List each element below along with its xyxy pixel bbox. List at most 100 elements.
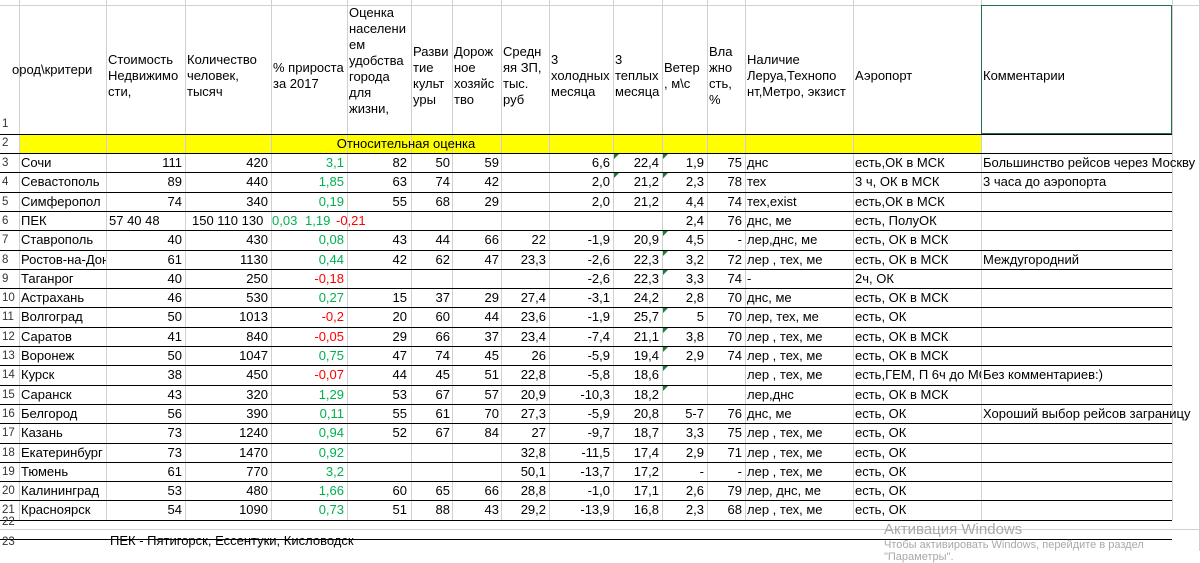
cell-o[interactable] (981, 290, 1200, 306)
cell-i[interactable]: 2,0 (549, 194, 613, 210)
cell-d[interactable]: -0,07 (271, 367, 347, 383)
cell-g[interactable]: 45 (452, 348, 501, 364)
cell-k[interactable]: 4,4 (662, 194, 707, 210)
cell-a[interactable]: Ростов-на-Дон (19, 252, 106, 268)
cell-f[interactable]: 44 (411, 232, 452, 248)
cell-b[interactable]: 61 (106, 464, 185, 480)
column-letter-g[interactable]: G (455, 0, 495, 3)
cell-f[interactable]: 66 (411, 329, 452, 345)
cell-a[interactable]: Белгород (19, 406, 106, 422)
row-header-3[interactable]: 3 (0, 157, 19, 169)
cell-k[interactable]: 2,9 (662, 445, 707, 461)
cell-h[interactable]: 23,3 (501, 252, 549, 268)
cell-a[interactable]: Саранск (19, 387, 106, 403)
column-letter-e[interactable]: E (357, 0, 397, 3)
cell-i[interactable]: -11,5 (549, 445, 613, 461)
cell-a[interactable]: Таганрог (19, 271, 106, 287)
cell-b[interactable]: 41 (106, 329, 185, 345)
cell-d[interactable]: 0,11 (271, 406, 347, 422)
cell-d[interactable]: 0,75 (271, 348, 347, 364)
cell-f[interactable] (411, 271, 452, 287)
cell-a[interactable]: Волгоград (19, 309, 106, 325)
cell-k[interactable]: 3,2 (662, 252, 707, 268)
cell-g[interactable]: 57 (452, 387, 501, 403)
cell-m[interactable]: лер,днс, ме (745, 232, 853, 248)
cell-h[interactable] (501, 271, 549, 287)
cell-m[interactable]: лер , тех, ме (745, 464, 853, 480)
cell-d[interactable]: 0,27 (271, 290, 347, 306)
cell-h[interactable] (501, 194, 549, 210)
row-header-8[interactable]: 8 (0, 254, 19, 266)
cell-k[interactable]: 2,4 (662, 213, 707, 229)
cell-b[interactable]: 40 (106, 232, 185, 248)
header-b[interactable]: Стоимость Недвижимо сти, (106, 52, 185, 100)
cell-e[interactable]: 52 (347, 425, 411, 441)
cell-o[interactable] (981, 502, 1200, 518)
cell-b[interactable]: 53 (106, 483, 185, 499)
cell-c[interactable]: 430 (185, 232, 271, 248)
cell-l[interactable]: 74 (707, 348, 745, 364)
cell-l[interactable]: 74 (707, 194, 745, 210)
row-header-19[interactable]: 19 (0, 466, 19, 478)
column-letter-j[interactable]: J (616, 0, 656, 3)
cell-j[interactable]: 17,1 (613, 483, 662, 499)
cell-a[interactable]: Ставрополь (19, 232, 106, 248)
column-letter-b[interactable]: B (123, 0, 163, 3)
cell-c[interactable]: 440 (185, 174, 271, 190)
cell-d[interactable]: 1,66 (271, 483, 347, 499)
cell-k[interactable]: 2,6 (662, 483, 707, 499)
cell-h[interactable]: 27,3 (501, 406, 549, 422)
cell-i[interactable]: -3,1 (549, 290, 613, 306)
row-header-9[interactable]: 9 (0, 273, 19, 285)
cell-e[interactable]: 55 (347, 194, 411, 210)
cell-h[interactable] (501, 213, 549, 229)
cell-l[interactable]: 76 (707, 213, 745, 229)
cell-h[interactable]: 27 (501, 425, 549, 441)
cell-m[interactable]: лер , тех, ме (745, 329, 853, 345)
cell-o[interactable]: Без комментариев:) (981, 367, 1200, 383)
cell-e[interactable]: 55 (347, 406, 411, 422)
cell-c[interactable]: 1240 (185, 425, 271, 441)
cell-e[interactable] (347, 445, 411, 461)
row-header-12[interactable]: 12 (0, 331, 19, 343)
header-m[interactable]: Наличие Леруа,Технопо нт,Метро, экзист (745, 52, 853, 100)
cell-o[interactable] (981, 213, 1200, 229)
cell-b[interactable]: 61 (106, 252, 185, 268)
cell-c[interactable]: 250 (185, 271, 271, 287)
row-header-14[interactable]: 14 (0, 369, 19, 381)
cell-l[interactable]: 74 (707, 271, 745, 287)
cell-c[interactable]: 770 (185, 464, 271, 480)
cell-j[interactable]: 21,1 (613, 329, 662, 345)
cell-c[interactable]: 1130 (185, 252, 271, 268)
cell-j[interactable]: 21,2 (613, 194, 662, 210)
cell-h[interactable]: 22 (501, 232, 549, 248)
cell-o[interactable]: Большинство рейсов через Москву (981, 155, 1200, 171)
cell-o[interactable] (981, 425, 1200, 441)
cell-h[interactable]: 23,4 (501, 329, 549, 345)
cell-i[interactable]: -1,9 (549, 309, 613, 325)
cell-a[interactable]: Казань (19, 425, 106, 441)
cell-n[interactable]: есть, ОК в МСК (853, 348, 981, 364)
cell-c[interactable]: 450 (185, 367, 271, 383)
cell-h[interactable]: 26 (501, 348, 549, 364)
cell-o[interactable]: Хороший выбор рейсов заграницу (981, 406, 1200, 422)
cell-d[interactable]: 1,85 (271, 174, 347, 190)
cell-g[interactable]: 42 (452, 174, 501, 190)
cell-m[interactable]: лер , тех, ме (745, 348, 853, 364)
cell-m[interactable]: лер , тех, ме (745, 252, 853, 268)
cell-g[interactable]: 84 (452, 425, 501, 441)
cell-l[interactable] (707, 367, 745, 383)
cell-f[interactable]: 67 (411, 425, 452, 441)
row-header-23[interactable]: 23 (0, 536, 19, 548)
cell-l[interactable]: 70 (707, 309, 745, 325)
cell-n[interactable]: есть, ОК в МСК (853, 252, 981, 268)
cell-c[interactable]: 1090 (185, 502, 271, 518)
cell-h[interactable]: 29,2 (501, 502, 549, 518)
cell-o[interactable] (981, 309, 1200, 325)
cell-j[interactable]: 22,4 (613, 155, 662, 171)
cell-h[interactable]: 28,8 (501, 483, 549, 499)
column-letter-k[interactable]: K (663, 0, 703, 3)
cell-a[interactable]: Калининград (19, 483, 106, 499)
cell-e[interactable]: 51 (347, 502, 411, 518)
cell-d[interactable]: 0,19 (271, 194, 347, 210)
